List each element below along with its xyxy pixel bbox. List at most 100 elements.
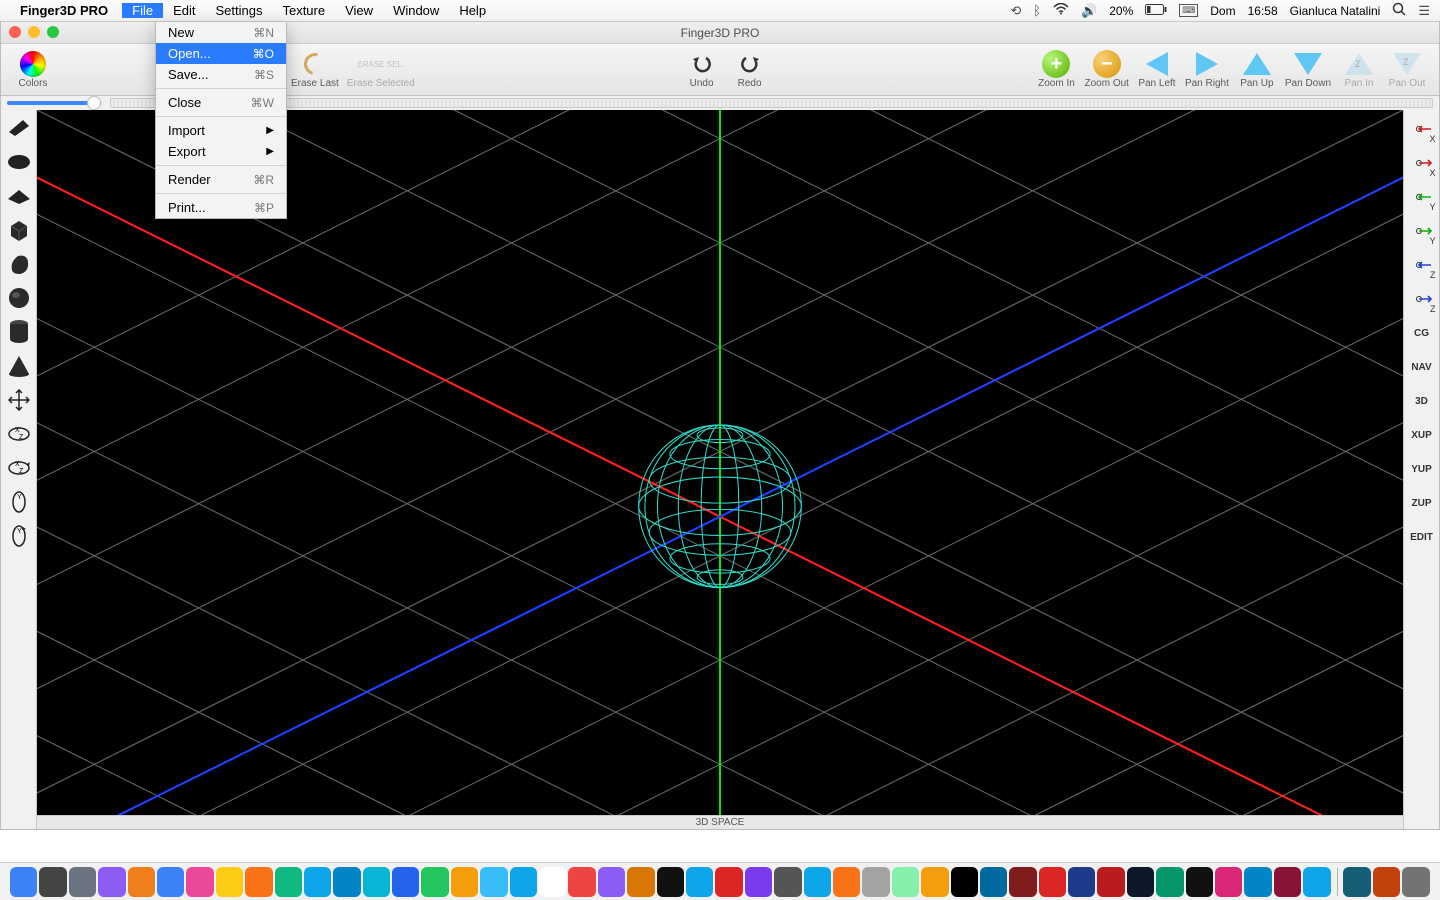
dock-app-39[interactable]	[1156, 867, 1183, 897]
menu-file[interactable]: File	[122, 3, 163, 18]
menuitem-import[interactable]: Import▶	[156, 120, 286, 141]
dock-app-1[interactable]	[39, 867, 66, 897]
dock-app-21[interactable]	[627, 867, 654, 897]
colors-button[interactable]: Colors	[9, 48, 57, 91]
tool-sphere[interactable]	[4, 282, 34, 314]
view-edit[interactable]: EDIT	[1405, 520, 1439, 554]
spotlight-icon[interactable]	[1392, 2, 1406, 19]
tool-rounded-box[interactable]	[4, 248, 34, 280]
dock-app-45[interactable]	[1343, 867, 1370, 897]
dock-app-28[interactable]	[833, 867, 860, 897]
menuitem-open[interactable]: Open...⌘O	[156, 43, 286, 64]
dock-app-3[interactable]	[98, 867, 125, 897]
slider-knob[interactable]	[87, 96, 101, 110]
app-name[interactable]: Finger3D PRO	[20, 3, 108, 18]
tool-rotate-xz[interactable]: XZ	[4, 418, 34, 450]
input-lang-icon[interactable]: ⌨	[1179, 4, 1198, 17]
tool-rotate-xz2[interactable]: XZ	[4, 452, 34, 484]
tool-box[interactable]	[4, 214, 34, 246]
menubar-user[interactable]: Gianluca Natalini	[1290, 4, 1381, 18]
dock-app-10[interactable]	[304, 867, 331, 897]
dock-app-29[interactable]	[862, 867, 889, 897]
tool-rotate-y2[interactable]: Y	[4, 520, 34, 552]
tool-plane-flat[interactable]	[4, 180, 34, 212]
dock-app-24[interactable]	[715, 867, 742, 897]
view-yup[interactable]: YUP	[1405, 452, 1439, 486]
redo-button[interactable]: Redo	[726, 48, 774, 91]
pan-up-button[interactable]: Pan Up	[1233, 48, 1281, 91]
dock-app-18[interactable]	[539, 867, 566, 897]
dock-app-34[interactable]	[1009, 867, 1036, 897]
tool-plane-angled[interactable]	[4, 112, 34, 144]
volume-icon[interactable]: 🔊	[1081, 3, 1097, 19]
tool-move[interactable]	[4, 384, 34, 416]
dock-app-41[interactable]	[1215, 867, 1242, 897]
tool-cone[interactable]	[4, 350, 34, 382]
dock-app-30[interactable]	[892, 867, 919, 897]
menuitem-render[interactable]: Render⌘R	[156, 169, 286, 190]
axis-y-in[interactable]: Y	[1405, 180, 1439, 214]
dock-app-19[interactable]	[568, 867, 595, 897]
opacity-slider[interactable]	[7, 101, 102, 105]
axis-y-out[interactable]: Y	[1405, 214, 1439, 248]
view-zup[interactable]: ZUP	[1405, 486, 1439, 520]
bluetooth-icon[interactable]: ᛒ	[1033, 3, 1041, 18]
axis-x-in[interactable]: X	[1405, 112, 1439, 146]
zoom-window-button[interactable]	[47, 26, 59, 38]
dock-app-16[interactable]	[480, 867, 507, 897]
pan-out-button[interactable]: ZPan Out	[1383, 48, 1431, 91]
dock-app-32[interactable]	[951, 867, 978, 897]
menu-window[interactable]: Window	[383, 3, 449, 18]
tool-ellipse[interactable]	[4, 146, 34, 178]
dock-app-4[interactable]	[128, 867, 155, 897]
axis-x-out[interactable]: X	[1405, 146, 1439, 180]
dock-app-23[interactable]	[686, 867, 713, 897]
menuitem-new[interactable]: New⌘N	[156, 22, 286, 43]
pan-down-button[interactable]: Pan Down	[1281, 48, 1335, 91]
dock-app-33[interactable]	[980, 867, 1007, 897]
dock-app-8[interactable]	[245, 867, 272, 897]
view-xup[interactable]: XUP	[1405, 418, 1439, 452]
wifi-icon[interactable]	[1053, 3, 1069, 18]
battery-percent[interactable]: 20%	[1109, 4, 1133, 18]
dock-app-43[interactable]	[1274, 867, 1301, 897]
menu-texture[interactable]: Texture	[272, 3, 335, 18]
notification-center-icon[interactable]: ☰	[1418, 3, 1430, 19]
dock-app-6[interactable]	[186, 867, 213, 897]
menuitem-save[interactable]: Save...⌘S	[156, 64, 286, 85]
dock-app-15[interactable]	[451, 867, 478, 897]
dock-app-2[interactable]	[69, 867, 96, 897]
axis-z-out[interactable]: Z	[1405, 282, 1439, 316]
dock-app-7[interactable]	[216, 867, 243, 897]
menuitem-export[interactable]: Export▶	[156, 141, 286, 162]
pan-left-button[interactable]: Pan Left	[1133, 48, 1181, 91]
dock-app-44[interactable]	[1303, 867, 1330, 897]
erase-last-button[interactable]: Erase Last	[287, 48, 343, 91]
undo-button[interactable]: Undo	[678, 48, 726, 91]
zoom-out-button[interactable]: −Zoom Out	[1080, 48, 1132, 91]
dock-app-42[interactable]	[1244, 867, 1271, 897]
dock-app-46[interactable]	[1373, 867, 1400, 897]
dock-app-40[interactable]	[1186, 867, 1213, 897]
view-cg[interactable]: CG	[1405, 316, 1439, 350]
menu-edit[interactable]: Edit	[163, 3, 205, 18]
timemachine-icon[interactable]: ⟲	[1010, 3, 1021, 19]
minimize-window-button[interactable]	[28, 26, 40, 38]
menu-help[interactable]: Help	[449, 3, 496, 18]
menuitem-print[interactable]: Print...⌘P	[156, 197, 286, 218]
view-nav[interactable]: NAV	[1405, 350, 1439, 384]
dock-app-25[interactable]	[745, 867, 772, 897]
view-3d[interactable]: 3D	[1405, 384, 1439, 418]
battery-icon[interactable]	[1145, 3, 1167, 18]
dock-app-0[interactable]	[10, 867, 37, 897]
dock-app-37[interactable]	[1097, 867, 1124, 897]
tool-rotate-y[interactable]: Y	[4, 486, 34, 518]
axis-z-in[interactable]: Z	[1405, 248, 1439, 282]
dock-app-26[interactable]	[774, 867, 801, 897]
dock-app-38[interactable]	[1127, 867, 1154, 897]
menuitem-close[interactable]: Close⌘W	[156, 92, 286, 113]
dock-app-14[interactable]	[421, 867, 448, 897]
dock-app-20[interactable]	[598, 867, 625, 897]
zoom-in-button[interactable]: +Zoom In	[1032, 48, 1080, 91]
dock-app-11[interactable]	[333, 867, 360, 897]
